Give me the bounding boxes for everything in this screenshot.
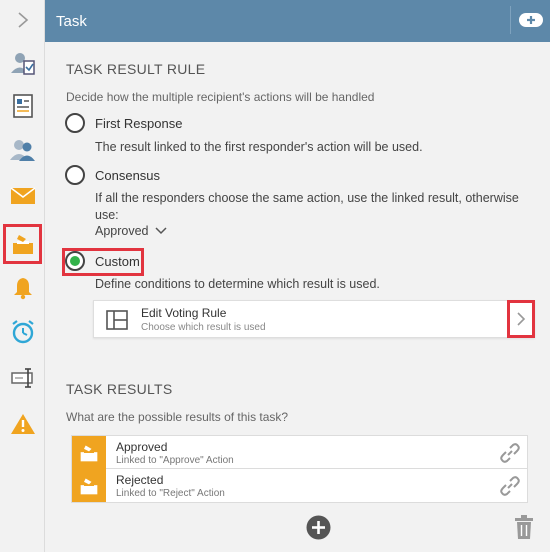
task-result-icon [72,436,106,469]
link-icon[interactable] [499,443,521,463]
radio-button[interactable] [65,113,85,133]
voting-rule-title: Edit Voting Rule [141,306,227,320]
edit-voting-rule-card[interactable]: Edit Voting Rule Choose which result is … [93,300,535,338]
radio-selected-dot [70,256,80,266]
voting-rule-open-button[interactable] [507,300,535,338]
list-item[interactable]: Approved Linked to "Approve" Action [71,435,528,469]
alarm-clock-icon[interactable] [0,312,45,352]
email-icon[interactable] [0,176,45,216]
sidebar [0,0,45,552]
main-panel: TASK RESULT RULE Decide how the multiple… [45,42,550,552]
chevron-right-icon [517,312,526,326]
radio-button[interactable] [65,251,85,271]
rule-section-title: TASK RESULT RULE [66,61,206,77]
notification-bell-icon[interactable] [0,268,45,308]
chevron-down-icon [154,227,167,235]
radio-button[interactable] [65,165,85,185]
trash-icon [515,515,533,539]
link-icon[interactable] [499,476,521,496]
result-list: Approved Linked to "Approve" Action Reje… [71,435,528,503]
voting-rule-subtitle: Choose which result is used [141,322,266,333]
radio-label: First Response [95,115,183,131]
option-description: If all the responders choose the same ac… [95,191,519,222]
radio-label: Custom [95,253,140,269]
add-result-button[interactable] [306,515,331,545]
result-subtitle: Linked to "Reject" Action [116,488,225,499]
list-item[interactable]: Rejected Linked to "Reject" Action [71,469,528,503]
layout-icon [106,310,128,330]
select-value: Approved [95,224,149,238]
option-description: Define conditions to determine which res… [95,277,380,291]
expand-icon[interactable] [0,0,45,40]
consensus-result-select[interactable]: Approved [95,224,167,238]
assign-user-icon[interactable] [0,44,45,84]
delete-result-button[interactable] [514,514,534,545]
add-button[interactable] [510,6,550,34]
option-description: The result linked to the first responder… [95,140,423,154]
results-section-title: TASK RESULTS [66,381,173,397]
users-icon[interactable] [0,130,45,170]
form-icon[interactable] [0,86,45,126]
task-result-icon[interactable] [3,224,42,264]
results-description: What are the possible results of this ta… [66,410,289,424]
page-title: Task [56,12,87,30]
result-subtitle: Linked to "Approve" Action [116,455,234,466]
add-icon [518,13,543,27]
result-title: Rejected [116,473,164,487]
result-title: Approved [116,440,168,454]
task-result-icon [72,469,106,502]
radio-first-response[interactable]: First Response [65,113,182,133]
page-header: Task [45,0,550,42]
radio-custom[interactable]: Custom [65,251,140,271]
text-field-icon[interactable] [0,358,45,398]
plus-circle-icon [306,515,331,540]
warning-icon[interactable] [0,404,45,444]
rule-description: Decide how the multiple recipient's acti… [66,90,375,104]
radio-label: Consensus [95,167,161,183]
radio-consensus[interactable]: Consensus [65,165,160,185]
